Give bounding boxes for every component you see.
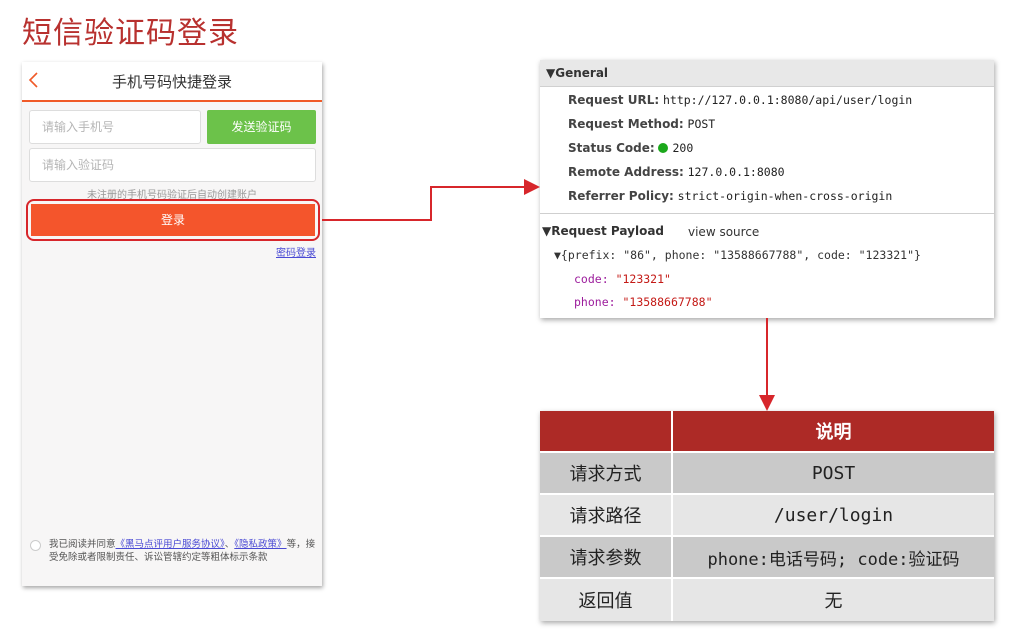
arrow-login-to-request: [322, 179, 540, 221]
connector-arrows: [322, 179, 775, 411]
